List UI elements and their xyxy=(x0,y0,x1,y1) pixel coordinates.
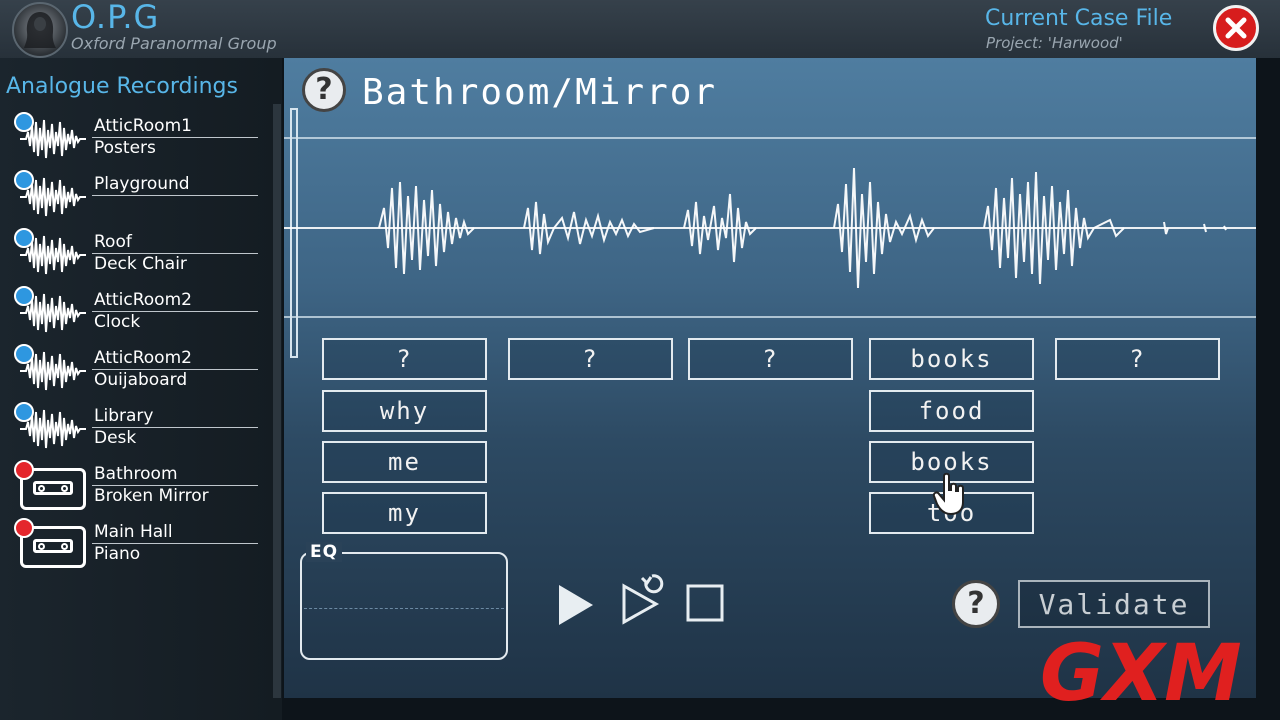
recording-object: Clock xyxy=(94,312,141,332)
hand-cursor-icon xyxy=(932,472,964,516)
help-button-validate[interactable]: ? xyxy=(952,580,1000,628)
validate-button[interactable]: Validate xyxy=(1018,580,1210,628)
replay-icon[interactable] xyxy=(620,568,666,626)
recording-object: Deck Chair xyxy=(94,254,187,274)
status-dot-red xyxy=(14,518,34,538)
word-slot-1[interactable]: ? xyxy=(322,338,487,380)
recording-panel: ? Bathroom/Mirror ? ? ? books ? why me m… xyxy=(284,58,1256,698)
recording-location: AtticRoom1 xyxy=(94,116,192,136)
word-slot-2[interactable]: ? xyxy=(508,338,673,380)
recording-location: Main Hall xyxy=(94,522,173,542)
top-bar: O.P.G Oxford Paranormal Group Current Ca… xyxy=(0,0,1280,58)
close-icon xyxy=(1225,17,1247,39)
close-button[interactable] xyxy=(1213,5,1259,51)
recording-location: Playground xyxy=(94,174,190,194)
status-dot-blue xyxy=(14,286,34,306)
word-option-my[interactable]: my xyxy=(322,492,487,534)
help-button-title[interactable]: ? xyxy=(302,68,346,112)
recording-location: Roof xyxy=(94,232,132,252)
recording-item-selected[interactable]: Bathroom Broken Mirror xyxy=(14,460,264,512)
org-title: O.P.G xyxy=(71,0,160,36)
word-slot-3[interactable]: ? xyxy=(688,338,853,380)
recording-object: Piano xyxy=(94,544,141,564)
org-subtitle: Oxford Paranormal Group xyxy=(71,34,277,53)
help-icon: ? xyxy=(967,586,985,621)
eq-label: EQ xyxy=(306,542,343,562)
sidebar-scrollbar[interactable] xyxy=(273,104,281,698)
word-slot-4[interactable]: books xyxy=(869,338,1034,380)
ghost-logo-icon xyxy=(24,12,56,48)
recording-item[interactable]: AtticRoom1 Posters xyxy=(14,112,264,164)
recording-location: AtticRoom2 xyxy=(94,290,192,310)
recording-object: Desk xyxy=(94,428,137,448)
recording-location: Library xyxy=(94,406,154,426)
status-dot-red xyxy=(14,460,34,480)
play-icon[interactable] xyxy=(556,582,596,628)
recordings-sidebar: Analogue Recordings AtticRoom1 Posters P… xyxy=(0,58,282,720)
recording-object: Broken Mirror xyxy=(94,486,209,506)
opg-logo xyxy=(12,2,68,58)
word-option-food[interactable]: food xyxy=(869,390,1034,432)
watermark-text: GXM xyxy=(1040,629,1242,716)
recording-object: Ouijaboard xyxy=(94,370,188,390)
status-dot-blue xyxy=(14,228,34,248)
recording-item[interactable]: Roof Deck Chair xyxy=(14,228,264,280)
eq-baseline xyxy=(304,608,504,609)
help-icon: ? xyxy=(315,72,333,107)
recording-location: AtticRoom2 xyxy=(94,348,192,368)
recording-item[interactable]: AtticRoom2 Clock xyxy=(14,286,264,338)
status-dot-blue xyxy=(14,112,34,132)
recording-title: Bathroom/Mirror xyxy=(362,72,718,113)
recording-item[interactable]: AtticRoom2 Ouijaboard xyxy=(14,344,264,396)
recording-object: Posters xyxy=(94,138,156,158)
recording-item[interactable]: Playground xyxy=(14,170,264,222)
status-dot-blue xyxy=(14,344,34,364)
word-option-why[interactable]: why xyxy=(322,390,487,432)
word-option-me[interactable]: me xyxy=(322,441,487,483)
waveform-display[interactable] xyxy=(284,138,1256,318)
word-slot-5[interactable]: ? xyxy=(1055,338,1220,380)
gxm-watermark-logo: GXM xyxy=(1040,629,1242,716)
sidebar-title: Analogue Recordings xyxy=(6,74,238,99)
status-dot-blue xyxy=(14,402,34,422)
recording-item[interactable]: Library Desk xyxy=(14,402,264,454)
status-dot-blue xyxy=(14,170,34,190)
divider xyxy=(92,195,258,196)
recording-location: Bathroom xyxy=(94,464,178,484)
case-file-title[interactable]: Current Case File xyxy=(985,6,1172,31)
eq-panel[interactable] xyxy=(300,552,508,660)
case-project: Project: 'Harwood' xyxy=(986,34,1123,52)
stop-icon[interactable] xyxy=(686,584,724,622)
recording-item[interactable]: Main Hall Piano xyxy=(14,518,264,570)
